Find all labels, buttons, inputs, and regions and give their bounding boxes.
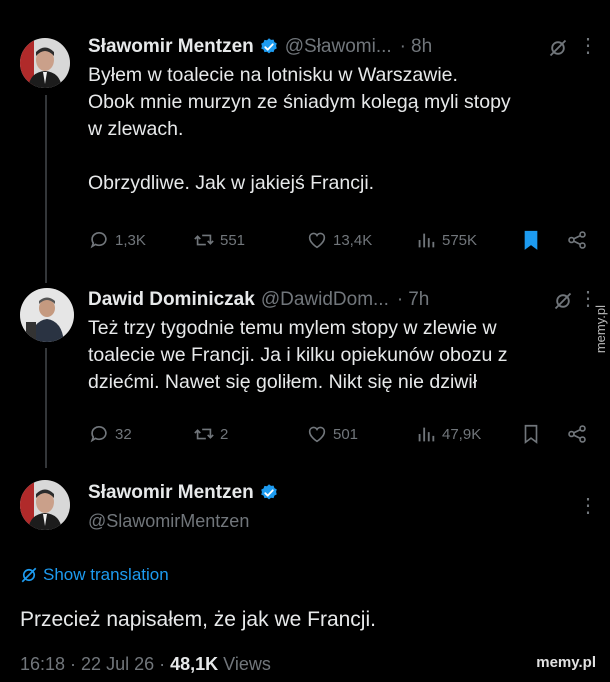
action-bar: 1,3K 551 13,4K 575K	[88, 229, 598, 253]
views-icon	[418, 233, 435, 248]
like-icon	[308, 232, 326, 249]
tweet-header: Sławomir Mentzen @Sławomi... · 8h	[88, 36, 432, 58]
grok-icon[interactable]	[548, 38, 568, 58]
tweet-text: Byłem w toalecie na lotnisku w Warszawie…	[88, 64, 511, 194]
action-bar: 32 2 501 47,9K	[88, 423, 598, 447]
like-icon	[308, 426, 326, 443]
reply-icon	[90, 232, 107, 249]
separator-dot: ·	[396, 289, 404, 310]
avatar[interactable]	[20, 480, 70, 530]
share-icon	[568, 425, 586, 443]
watermark-side: memy.pl	[593, 305, 608, 354]
more-icon[interactable]: ⋮	[578, 496, 598, 516]
author-handle[interactable]: @SlawomirMentzen	[88, 511, 249, 532]
bookmark-button[interactable]	[520, 229, 547, 251]
reply-icon	[90, 426, 107, 443]
total-views: 48,1K	[170, 654, 219, 674]
bookmark-icon	[524, 424, 538, 444]
repost-count: 551	[220, 231, 246, 249]
tweet-text: Przecież napisałem, że jak we Francji.	[20, 608, 376, 631]
share-button[interactable]	[566, 423, 593, 445]
tweet-meta: 16:18 · 22 Jul 26 · 48,1K Views	[20, 654, 271, 675]
author-handle[interactable]: @Sławomi...	[285, 36, 392, 58]
avatar[interactable]	[20, 38, 70, 88]
separator-dot: ·	[399, 36, 406, 57]
repost-icon	[194, 234, 214, 246]
translate-icon	[21, 567, 37, 583]
like-button[interactable]: 501	[306, 423, 358, 445]
watermark-logo: memy.pl	[536, 654, 596, 671]
author-name[interactable]: Sławomir Mentzen	[88, 482, 254, 504]
avatar[interactable]	[20, 288, 74, 342]
tweet-3[interactable]: Sławomir Mentzen ⋮ @SlawomirMentzen Show…	[0, 460, 610, 682]
grok-icon[interactable]	[553, 291, 573, 311]
view-count: 575K	[442, 231, 478, 249]
author-name[interactable]: Dawid Dominiczak	[88, 289, 255, 311]
repost-button[interactable]: 2	[193, 423, 228, 445]
tweet-header: Dawid Dominiczak @DawidDom... · 7h	[88, 289, 429, 311]
like-button[interactable]: 13,4K	[306, 229, 372, 251]
tweet-1[interactable]: Sławomir Mentzen @Sławomi... · 8h ⋮ Byłe…	[0, 0, 610, 280]
tweet-text: Też trzy tygodnie temu mylem stopy w zle…	[88, 317, 508, 393]
views-button[interactable]: 575K	[415, 229, 477, 251]
author-handle[interactable]: @DawidDom...	[261, 289, 389, 311]
timestamp[interactable]: 16:18 · 22 Jul 26 ·	[20, 654, 170, 674]
author-name[interactable]: Sławomir Mentzen	[88, 36, 254, 58]
views-icon	[418, 427, 435, 442]
repost-icon	[194, 428, 214, 440]
show-translation-link[interactable]: Show translation	[20, 565, 169, 585]
share-button[interactable]	[566, 229, 593, 251]
tweet-time[interactable]: 8h	[411, 36, 432, 58]
reply-button[interactable]: 1,3K	[88, 229, 146, 251]
bookmark-icon	[524, 230, 538, 250]
like-count: 501	[333, 425, 359, 443]
repost-button[interactable]: 551	[193, 229, 245, 251]
verified-badge-icon	[259, 483, 279, 503]
reply-count: 32	[115, 425, 132, 443]
bookmark-button[interactable]	[520, 423, 547, 445]
like-count: 13,4K	[333, 231, 373, 249]
author-handle-row: @SlawomirMentzen	[88, 511, 249, 532]
more-icon[interactable]: ⋮	[578, 36, 598, 56]
views-button[interactable]: 47,9K	[415, 423, 481, 445]
tweet-2[interactable]: Dawid Dominiczak @DawidDom... · 7h ⋮ Też…	[0, 280, 610, 460]
show-translation-label: Show translation	[43, 565, 169, 584]
view-count: 47,9K	[442, 425, 482, 443]
tweet-time[interactable]: 7h	[408, 289, 429, 311]
reply-button[interactable]: 32	[88, 423, 132, 445]
tweet-header: Sławomir Mentzen	[88, 482, 279, 504]
repost-count: 2	[220, 425, 229, 443]
share-icon	[568, 231, 586, 249]
verified-badge-icon	[259, 37, 279, 57]
views-label: Views	[218, 654, 271, 674]
reply-count: 1,3K	[115, 231, 146, 249]
